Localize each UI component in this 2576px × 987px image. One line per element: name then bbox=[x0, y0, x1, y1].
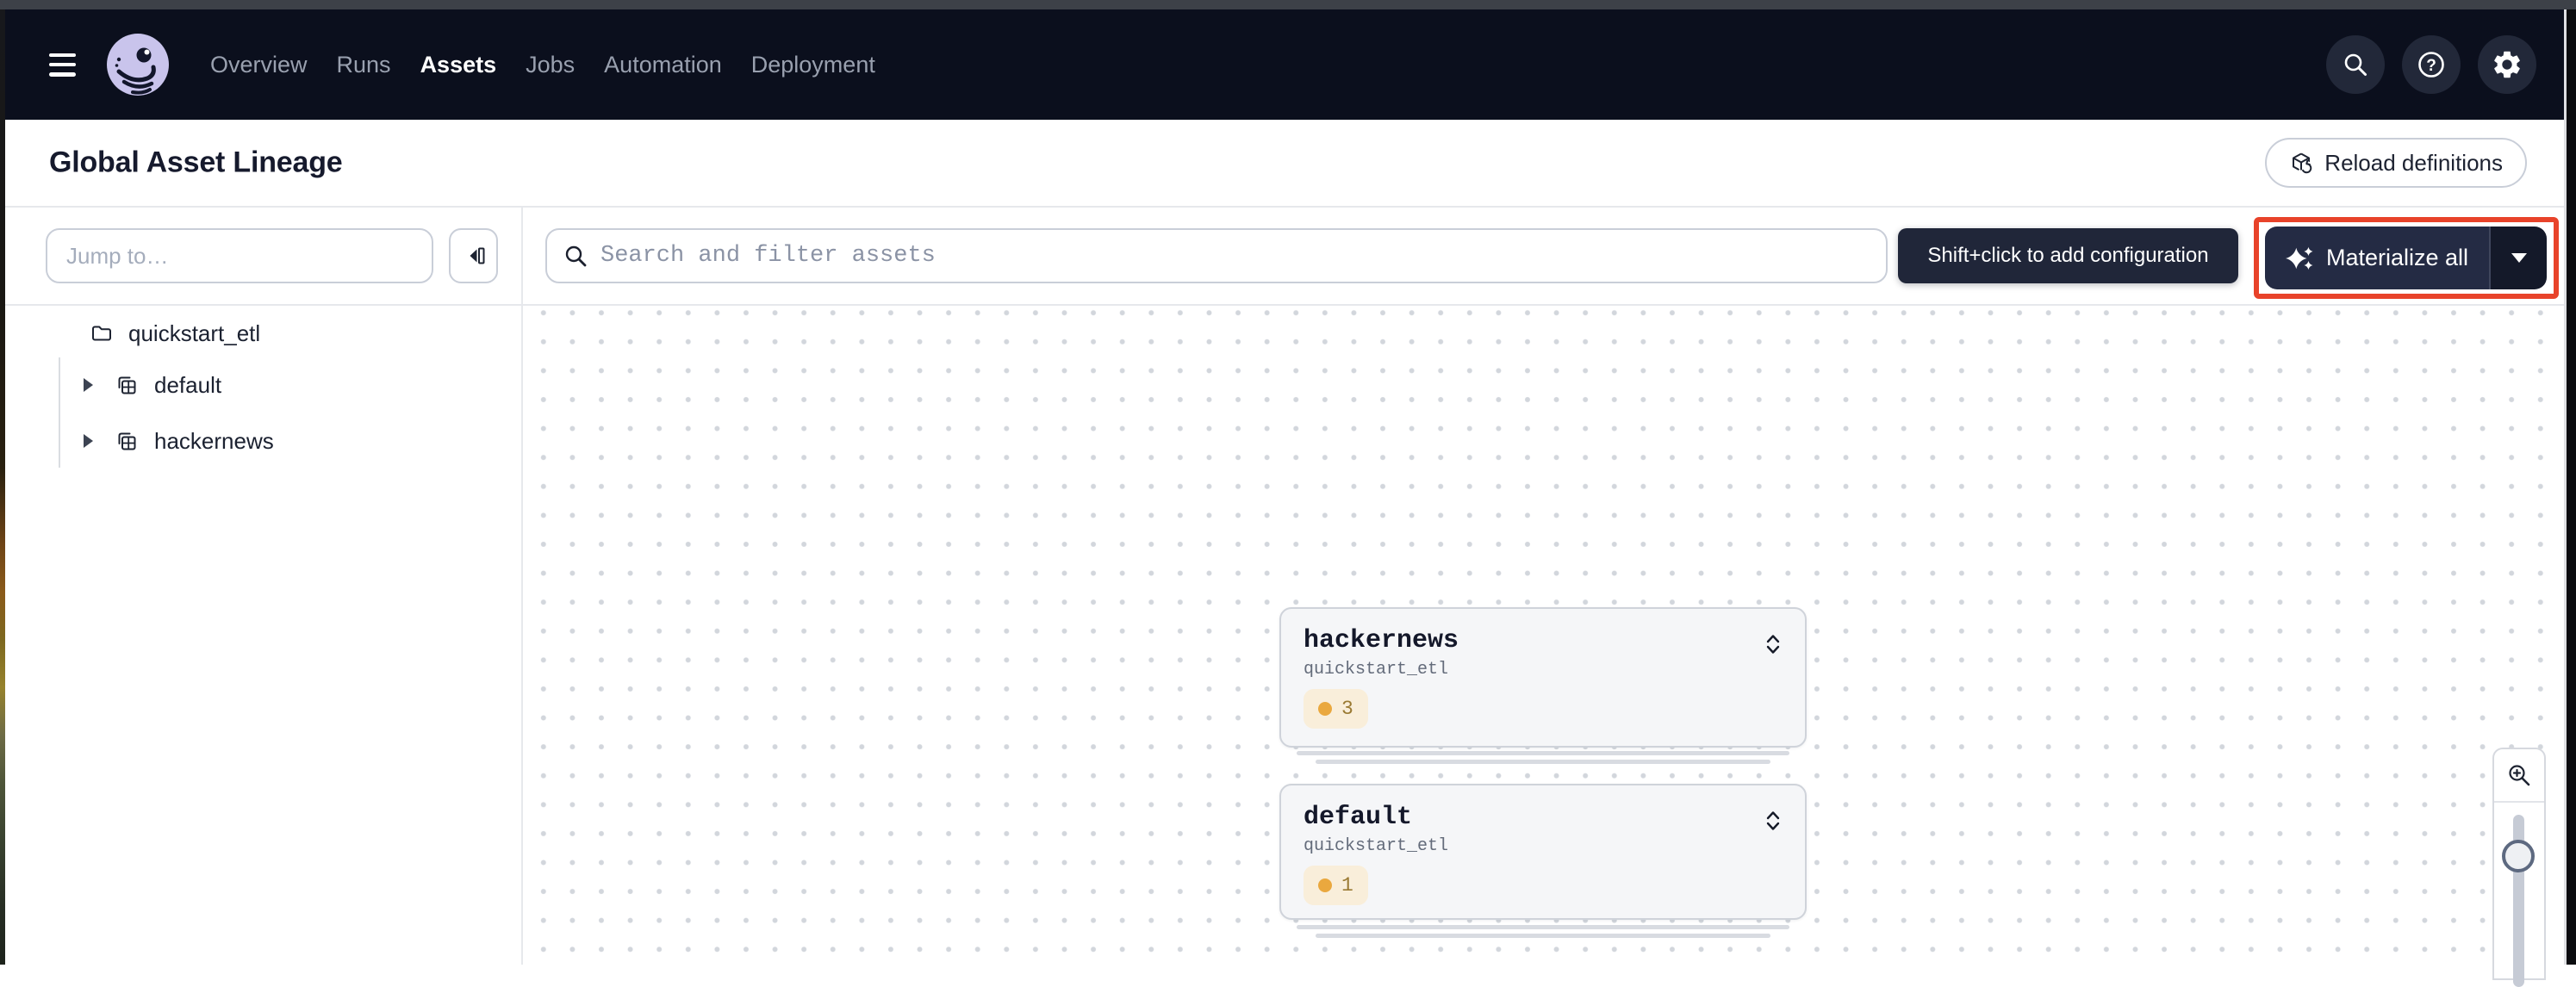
chevron-down-icon bbox=[2511, 253, 2527, 263]
zoom-in-button[interactable] bbox=[2494, 749, 2544, 803]
status-badge: 1 bbox=[1304, 866, 1368, 905]
tree-item-hackernews[interactable]: hackernews bbox=[84, 427, 274, 455]
config-tooltip: Shift+click to add configuration bbox=[1898, 228, 2238, 283]
tree-item-default[interactable]: default bbox=[84, 371, 221, 399]
asset-group-icon bbox=[115, 429, 139, 453]
collapsed-stack-line bbox=[1316, 760, 1770, 764]
collapsed-stack-line bbox=[1297, 925, 1789, 929]
main-nav: Overview Runs Assets Jobs Automation Dep… bbox=[210, 52, 875, 78]
zoom-in-icon bbox=[2506, 762, 2532, 788]
page-title: Global Asset Lineage bbox=[49, 146, 343, 180]
sparkles-icon bbox=[2286, 243, 2315, 274]
asset-tree-sidebar bbox=[5, 306, 523, 965]
tree-item-label: quickstart_etl bbox=[128, 320, 260, 347]
hamburger-menu-button[interactable] bbox=[49, 53, 76, 77]
window-top-edge bbox=[0, 0, 2576, 9]
tree-item-label: hackernews bbox=[154, 428, 274, 455]
navbar-actions: ? bbox=[2326, 35, 2536, 94]
reload-definitions-button[interactable]: Reload definitions bbox=[2265, 138, 2527, 188]
collapse-sidebar-button[interactable] bbox=[449, 228, 498, 283]
caret-right-icon[interactable] bbox=[84, 378, 93, 392]
zoom-slider-thumb[interactable] bbox=[2502, 840, 2535, 872]
unfold-group-icon[interactable] bbox=[1760, 808, 1786, 834]
unfold-group-icon[interactable] bbox=[1760, 631, 1786, 657]
group-node-default[interactable]: default quickstart_etl 1 bbox=[1279, 784, 1807, 920]
status-badge: 3 bbox=[1304, 689, 1368, 729]
caret-right-icon[interactable] bbox=[84, 434, 93, 448]
settings-button[interactable] bbox=[2478, 35, 2536, 94]
folder-icon bbox=[90, 321, 114, 345]
asset-count: 3 bbox=[1341, 698, 1353, 720]
gear-icon bbox=[2491, 48, 2523, 81]
page-header: Global Asset Lineage Reload definitions bbox=[5, 120, 2564, 208]
collapsed-stack-line bbox=[1316, 934, 1770, 938]
asset-search-input[interactable] bbox=[600, 243, 1870, 269]
nav-item-jobs[interactable]: Jobs bbox=[526, 52, 575, 78]
top-navbar: Overview Runs Assets Jobs Automation Dep… bbox=[5, 9, 2564, 120]
dagster-logo bbox=[107, 34, 169, 96]
asset-count: 1 bbox=[1341, 874, 1353, 897]
node-subtitle: quickstart_etl bbox=[1304, 660, 1783, 680]
hamburger-icon bbox=[49, 53, 76, 58]
node-title: hackernews bbox=[1304, 626, 1783, 655]
tree-indent-guide bbox=[59, 357, 60, 468]
materialize-options-button[interactable] bbox=[2489, 227, 2547, 289]
collapse-panel-icon bbox=[463, 245, 485, 267]
tree-item-quickstart-etl[interactable]: quickstart_etl bbox=[90, 320, 260, 347]
node-subtitle: quickstart_etl bbox=[1304, 836, 1783, 856]
collapsed-stack-line bbox=[1297, 751, 1789, 755]
nav-item-deployment[interactable]: Deployment bbox=[751, 52, 875, 78]
nav-item-assets[interactable]: Assets bbox=[420, 52, 497, 78]
global-search-button[interactable] bbox=[2326, 35, 2385, 94]
search-icon bbox=[563, 243, 588, 269]
help-button[interactable]: ? bbox=[2402, 35, 2461, 94]
nav-item-overview[interactable]: Overview bbox=[210, 52, 308, 78]
materialize-all-button[interactable]: Materialize all bbox=[2265, 227, 2489, 289]
asset-group-icon bbox=[115, 373, 139, 397]
search-icon bbox=[2341, 50, 2370, 79]
nav-item-runs[interactable]: Runs bbox=[337, 52, 391, 78]
tooltip-text: Shift+click to add configuration bbox=[1927, 244, 2208, 268]
materialize-all-label: Materialize all bbox=[2326, 245, 2468, 271]
svg-text:?: ? bbox=[2426, 57, 2436, 75]
desktop-right-sliver bbox=[2564, 9, 2576, 965]
reload-definitions-label: Reload definitions bbox=[2324, 150, 2503, 177]
asset-search-field bbox=[545, 228, 1888, 283]
nav-item-automation[interactable]: Automation bbox=[604, 52, 722, 78]
zoom-control-panel bbox=[2492, 748, 2546, 980]
status-dot bbox=[1318, 702, 1332, 716]
tree-item-label: default bbox=[154, 372, 221, 399]
node-title: default bbox=[1304, 803, 1783, 832]
desktop-left-sliver bbox=[0, 9, 5, 965]
reload-cube-icon bbox=[2289, 151, 2313, 175]
status-dot bbox=[1318, 878, 1332, 892]
help-icon: ? bbox=[2416, 49, 2447, 80]
jump-to-input[interactable] bbox=[46, 228, 433, 283]
group-node-hackernews[interactable]: hackernews quickstart_etl 3 bbox=[1279, 607, 1807, 748]
materialize-all-split-button: Materialize all bbox=[2265, 227, 2547, 289]
